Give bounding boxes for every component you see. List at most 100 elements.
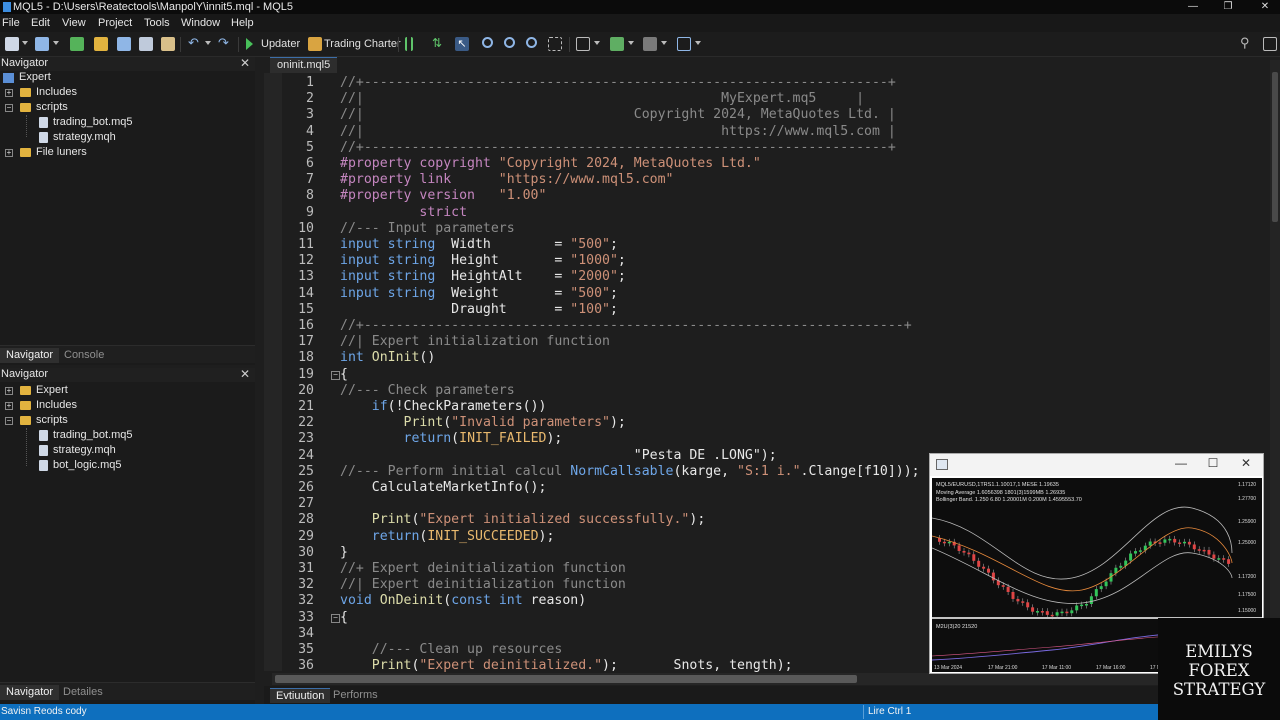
chevron-down-icon[interactable] [695,41,701,45]
tree-item-includes[interactable]: + Includes [0,399,255,413]
code-token: //--- Perform initial calcul [340,463,571,479]
menu-help[interactable]: Help [231,17,254,29]
chevron-down-icon[interactable] [205,41,211,45]
panel-icon[interactable] [677,37,691,51]
code-token: //+ Expert deinitialization function [340,561,626,576]
open-icon[interactable] [35,37,49,51]
candle [977,560,981,567]
tab-detailes[interactable]: Detailes [57,685,109,700]
undo-icon[interactable]: ↶ [188,35,202,50]
minimize-button[interactable]: — [1178,0,1208,14]
code-token: input string [340,285,452,301]
layout-icon[interactable] [610,37,624,51]
fold-toggle-icon[interactable]: − [331,370,340,380]
windows-icon[interactable] [643,37,657,51]
file-icon [39,445,48,456]
navigator-title: Navigator [1,368,49,380]
code-text: Print("Expert initialized successfully."… [340,512,706,528]
fold-toggle-icon[interactable]: − [331,613,340,623]
maximize-button[interactable]: ❐ [1213,0,1243,14]
scrollbar-thumb[interactable] [1272,72,1278,222]
paste-icon[interactable] [161,37,175,51]
tab-navigator[interactable]: Navigator [0,685,60,700]
tree-item-scripts[interactable]: − scripts [0,414,255,428]
tree-item-scripts[interactable]: − scripts [0,101,255,115]
menu-tools[interactable]: Tools [144,17,170,29]
menu-file[interactable]: File [2,17,20,29]
close-button[interactable]: ✕ [1250,0,1280,14]
new-file-icon[interactable] [5,37,19,51]
copy-icon[interactable] [139,37,153,51]
grid-icon[interactable] [576,37,590,51]
horizontal-scrollbar[interactable] [272,673,1280,685]
cursor-icon[interactable]: ↖ [455,37,469,51]
tree-item-file[interactable]: trading_bot.mq5 [0,116,255,130]
save-icon[interactable] [117,37,131,51]
chart-close-button[interactable]: ✕ [1229,456,1263,470]
collapse-icon[interactable]: − [5,104,13,112]
tree-item-expert[interactable]: Expert [0,71,255,85]
candle [1138,550,1142,552]
tree-item-expert[interactable]: + Expert [0,384,255,398]
zoom-in-icon[interactable] [482,37,493,48]
expand-icon[interactable]: + [5,402,13,410]
chart-maximize-button[interactable]: ☐ [1196,456,1230,470]
price-axis-label: 1.25900 [1238,519,1256,525]
chart-minimize-button[interactable]: — [1164,456,1198,470]
fullscreen-icon[interactable] [548,37,562,51]
code-token: ; [609,301,618,317]
logo-line: STRATEGY [1172,680,1266,699]
step-icon[interactable]: ⇅ [432,36,446,50]
compile-icon[interactable] [70,37,84,51]
menu-edit[interactable]: Edit [31,17,50,29]
collapse-icon[interactable]: − [5,417,13,425]
tab-evtiuution[interactable]: Evtiuution [270,688,331,703]
expand-icon[interactable]: + [5,387,13,395]
menu-window[interactable]: Window [181,17,220,29]
tree-item-includes[interactable]: + Includes [0,86,255,100]
tree-item-file[interactable]: trading_bot.mq5 [0,429,255,443]
line-number: 26 [298,480,314,495]
chevron-down-icon[interactable] [594,41,600,45]
search-icon[interactable]: ⚲ [1240,35,1254,50]
menu-view[interactable]: View [62,17,86,29]
close-icon[interactable]: ✕ [240,56,250,70]
expand-icon[interactable]: + [5,89,13,97]
trading-charter-button[interactable]: Trading Charter [324,38,401,50]
toolbar: ↶ ↷ Updater Trading Charter ⇅ ↖ ⚲ [0,32,1280,57]
run-icon[interactable] [246,38,253,50]
redo-icon[interactable]: ↷ [218,35,232,50]
expand-icon[interactable]: + [5,149,13,157]
code-token: OnDeinit [379,593,444,609]
file-tab[interactable]: oninit.mql5 [270,57,338,73]
pause-icon[interactable] [405,37,413,51]
menu-project[interactable]: Project [98,17,132,29]
vertical-scrollbar[interactable] [1270,60,1280,670]
code-token: //--- Clean up resources [371,642,563,657]
code-text: return(INIT_SUCCEEDED); [340,529,555,545]
scrollbar-thumb[interactable] [275,675,857,683]
chevron-down-icon[interactable] [22,41,28,45]
chevron-down-icon[interactable] [661,41,667,45]
chevron-down-icon[interactable] [628,41,634,45]
code-token: "2000" [570,269,618,285]
folder-icon[interactable] [94,37,108,51]
zoom-fit-icon[interactable] [526,37,537,48]
tab-performs[interactable]: Performs [327,688,384,703]
panel-toggle-icon[interactable] [1263,37,1277,51]
tree-item-file[interactable]: bot_logic.mq5 [0,459,255,473]
tree-item-folder[interactable]: + File luners [0,146,255,160]
close-icon[interactable]: ✕ [240,367,250,381]
chevron-down-icon[interactable] [53,41,59,45]
line-number: 25 [298,463,314,479]
tree-item-file[interactable]: strategy.mqh [0,131,255,145]
updater-button[interactable]: Updater [261,38,300,50]
tree-item-file[interactable]: strategy.mqh [0,444,255,458]
tab-navigator[interactable]: Navigator [0,348,60,363]
zoom-out-icon[interactable] [504,37,515,48]
price-axis-label: 1.17500 [1238,592,1256,598]
trading-charter-icon[interactable] [308,37,322,51]
line-number: 27 [298,496,314,512]
tab-console[interactable]: Console [58,348,110,363]
